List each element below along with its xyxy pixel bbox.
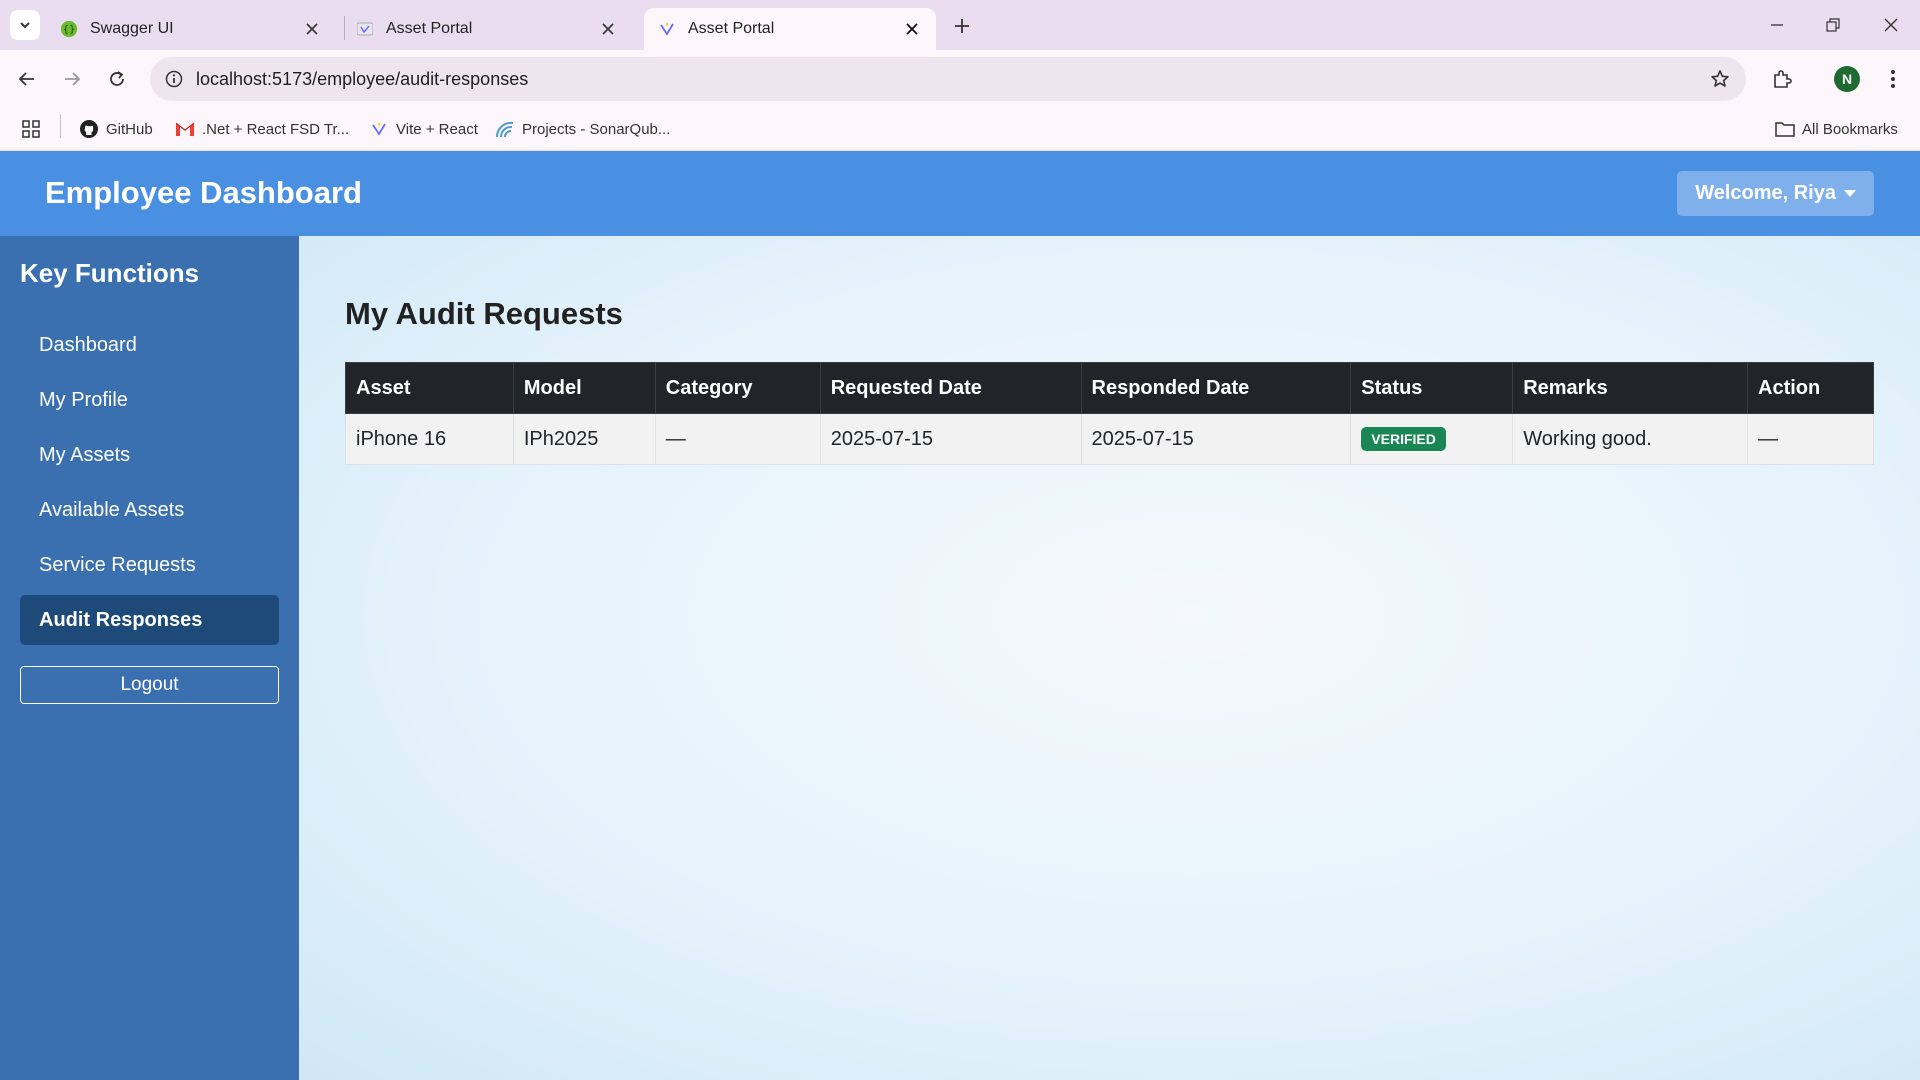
sidebar-item-available-assets[interactable]: Available Assets xyxy=(20,485,279,535)
vite-icon xyxy=(356,20,374,38)
apps-button[interactable] xyxy=(20,116,48,142)
restore-button[interactable] xyxy=(1818,10,1848,40)
tab-title: Swagger UI xyxy=(90,20,174,37)
new-tab-button[interactable] xyxy=(948,12,976,40)
column-header-remarks: Remarks xyxy=(1512,362,1749,414)
table-row: iPhone 16 IPh2025 — 2025-07-15 2025-07-1… xyxy=(345,413,1874,465)
tab-asset-portal-1[interactable]: Asset Portal xyxy=(342,8,632,50)
close-icon xyxy=(1884,18,1898,32)
column-header-status: Status xyxy=(1350,362,1514,414)
welcome-label: Welcome, Riya xyxy=(1695,182,1836,204)
puzzle-icon xyxy=(1774,70,1792,88)
tab-search-button[interactable] xyxy=(10,10,40,40)
url-text[interactable]: localhost:5173/employee/audit-responses xyxy=(196,69,528,90)
sidebar-item-service-requests[interactable]: Service Requests xyxy=(20,540,279,590)
sidebar: Key Functions Dashboard My Profile My As… xyxy=(0,236,299,1080)
user-menu-dropdown[interactable]: Welcome, Riya xyxy=(1677,171,1874,216)
github-icon xyxy=(78,118,100,140)
cell-responded-date: 2025-07-15 xyxy=(1080,413,1352,465)
app-header: Employee Dashboard Welcome, Riya xyxy=(0,151,1920,236)
swagger-icon: {} xyxy=(60,20,78,38)
all-bookmarks-label: All Bookmarks xyxy=(1802,120,1898,138)
column-header-requested-date: Requested Date xyxy=(819,362,1082,414)
arrow-right-icon xyxy=(65,72,81,86)
audit-requests-table: Asset Model Category Requested Date Resp… xyxy=(345,362,1874,465)
bookmarks-bar: GitHub .Net + React FSD Tr... Vite + Rea… xyxy=(0,108,1920,151)
tab-swagger-ui[interactable]: {} Swagger UI xyxy=(46,8,336,50)
table-header-row: Asset Model Category Requested Date Resp… xyxy=(345,362,1874,414)
gmail-icon xyxy=(174,118,196,140)
cell-category: — xyxy=(654,413,821,465)
site-info-icon[interactable] xyxy=(154,59,194,99)
bookmark-github[interactable]: GitHub xyxy=(78,116,153,142)
extensions-button[interactable] xyxy=(1765,62,1799,96)
arrow-left-icon xyxy=(18,72,34,86)
all-bookmarks-button[interactable]: All Bookmarks xyxy=(1774,116,1898,142)
caret-down-icon xyxy=(1844,190,1856,197)
close-window-button[interactable] xyxy=(1876,10,1906,40)
column-header-responded-date: Responded Date xyxy=(1080,362,1352,414)
column-header-model: Model xyxy=(512,362,656,414)
close-tab-icon[interactable] xyxy=(598,19,618,39)
sidebar-item-dashboard[interactable]: Dashboard xyxy=(20,320,279,370)
chevron-down-icon xyxy=(20,22,30,29)
apps-grid-icon xyxy=(20,118,42,140)
bookmark-label: Projects - SonarQub... xyxy=(522,120,671,138)
bookmark-label: Vite + React xyxy=(396,120,478,138)
bookmarks-separator xyxy=(60,114,61,138)
vite-icon xyxy=(658,20,676,38)
close-tab-icon[interactable] xyxy=(902,19,922,39)
cell-remarks: Working good. xyxy=(1512,413,1749,465)
cell-action: — xyxy=(1747,413,1874,465)
tab-title: Asset Portal xyxy=(688,20,775,37)
browser-tab-strip: {} Swagger UI Asset Portal Asset Portal xyxy=(0,0,1920,50)
close-tab-icon[interactable] xyxy=(302,19,322,39)
bookmark-label: .Net + React FSD Tr... xyxy=(202,120,350,138)
bookmark-dotnet-react[interactable]: .Net + React FSD Tr... xyxy=(174,116,349,142)
vite-icon xyxy=(368,118,390,140)
bookmark-star-icon[interactable] xyxy=(1704,63,1736,95)
bookmark-sonarqube[interactable]: Projects - SonarQub... xyxy=(494,116,670,142)
cell-requested-date: 2025-07-15 xyxy=(819,413,1082,465)
sidebar-item-audit-responses[interactable]: Audit Responses xyxy=(20,595,279,645)
sonarqube-icon xyxy=(494,118,516,140)
address-bar[interactable]: localhost:5173/employee/audit-responses xyxy=(150,57,1746,101)
reload-icon xyxy=(110,71,124,86)
main-content: My Audit Requests Asset Model Category R… xyxy=(299,236,1920,1080)
sidebar-title: Key Functions xyxy=(20,258,200,288)
tab-title: Asset Portal xyxy=(386,20,473,37)
svg-text:{}: {} xyxy=(63,25,76,36)
minimize-icon xyxy=(1771,24,1783,26)
tab-asset-portal-active[interactable]: Asset Portal xyxy=(644,8,936,50)
page-title: My Audit Requests xyxy=(345,296,623,331)
plus-icon xyxy=(955,19,969,33)
avatar: N xyxy=(1834,66,1860,92)
bookmark-label: GitHub xyxy=(106,120,153,138)
folder-icon xyxy=(1774,118,1796,140)
sidebar-item-my-profile[interactable]: My Profile xyxy=(20,375,279,425)
bookmark-vite-react[interactable]: Vite + React xyxy=(368,116,478,142)
cell-model: IPh2025 xyxy=(512,413,656,465)
minimize-button[interactable] xyxy=(1762,10,1792,40)
cell-asset: iPhone 16 xyxy=(345,413,514,465)
app-title: Employee Dashboard xyxy=(45,175,362,210)
kebab-menu-icon xyxy=(1891,70,1895,88)
profile-button[interactable]: N xyxy=(1830,62,1864,96)
cell-status: VERIFIED xyxy=(1350,413,1514,465)
column-header-asset: Asset xyxy=(345,362,514,414)
status-badge: VERIFIED xyxy=(1361,427,1446,451)
browser-menu-button[interactable] xyxy=(1876,62,1910,96)
forward-button[interactable] xyxy=(55,62,89,96)
reload-button[interactable] xyxy=(100,62,134,96)
browser-toolbar: localhost:5173/employee/audit-responses … xyxy=(0,50,1920,108)
column-header-action: Action xyxy=(1747,362,1874,414)
sidebar-item-my-assets[interactable]: My Assets xyxy=(20,430,279,480)
logout-button[interactable]: Logout xyxy=(20,666,279,704)
column-header-category: Category xyxy=(654,362,821,414)
restore-icon xyxy=(1826,18,1840,32)
back-button[interactable] xyxy=(10,62,44,96)
